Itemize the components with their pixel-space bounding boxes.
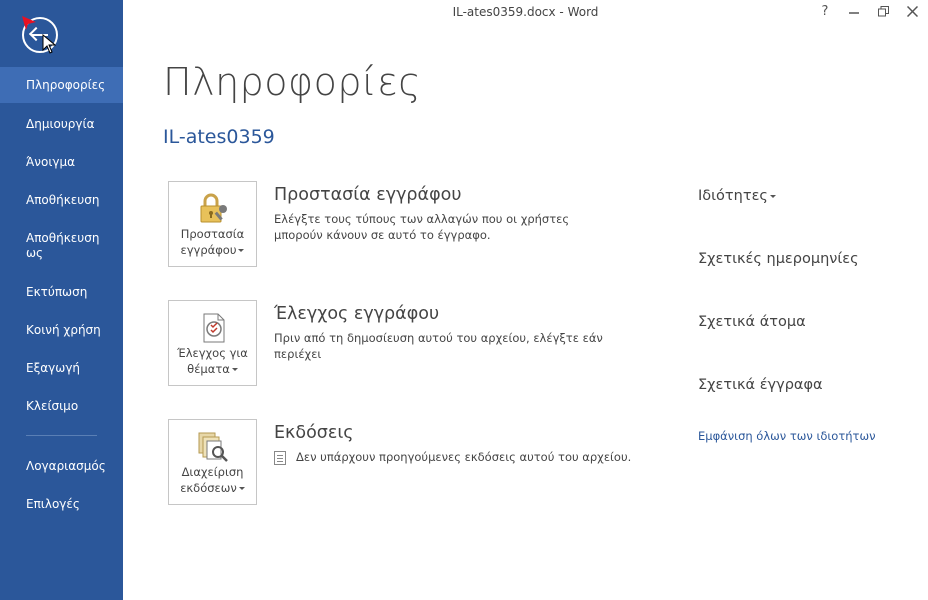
title-bar: IL-ates0359.docx - Word ? (123, 0, 928, 26)
nav-save[interactable]: Αποθήκευση (0, 193, 123, 208)
help-button[interactable]: ? (814, 3, 836, 21)
chevron-down-icon (769, 194, 776, 198)
nav-save-as[interactable]: Αποθήκευση ως (0, 231, 123, 261)
protect-document-label: Προστασία εγγράφου (180, 227, 245, 257)
nav-close[interactable]: Κλείσιμο (0, 399, 123, 414)
red-marker-icon (22, 16, 38, 36)
mouse-pointer-icon (42, 33, 57, 58)
chevron-down-icon (238, 487, 245, 490)
backstage-sidebar: Πληροφορίες Δημιουργία Άνοιγμα Αποθήκευσ… (0, 0, 123, 600)
minimize-button[interactable] (843, 3, 865, 21)
related-dates-heading: Σχετικές ημερομηνίες (698, 251, 859, 267)
nav-new[interactable]: Δημιουργία (0, 117, 123, 132)
manage-versions-label: Διαχείριση εκδόσεων (180, 465, 245, 495)
check-for-issues-button[interactable]: Έλεγχος για θέματα (168, 300, 257, 386)
inspect-document-icon (196, 311, 230, 345)
protect-document-button[interactable]: Προστασία εγγράφου (168, 181, 257, 267)
nav-open[interactable]: Άνοιγμα (0, 155, 123, 170)
properties-dropdown[interactable]: Ιδιότητες (698, 188, 776, 204)
versions-info: Δεν υπάρχουν προηγούμενες εκδόσεις αυτού… (274, 450, 631, 465)
window-title: IL-ates0359.docx - Word (452, 5, 599, 19)
document-icon (274, 450, 286, 465)
nav-info[interactable]: Πληροφορίες (0, 67, 123, 103)
protect-document-description: Ελέγξτε τους τύπους των αλλαγών που οι χ… (274, 212, 570, 242)
nav-share[interactable]: Κοινή χρήση (0, 323, 123, 338)
related-people-heading: Σχετικά άτομα (698, 314, 806, 330)
inspect-document-description: Πριν από τη δημοσίευση αυτού του αρχείου… (274, 331, 603, 361)
page-title: Πληροφορίες (163, 60, 422, 104)
chevron-down-icon (238, 249, 245, 252)
lock-key-icon (196, 192, 230, 226)
restore-button[interactable] (872, 3, 894, 21)
nav-divider (26, 435, 97, 436)
inspect-document-heading: Έλεγχος εγγράφου (274, 304, 440, 324)
versions-heading: Εκδόσεις (274, 423, 354, 443)
chevron-down-icon (231, 368, 238, 371)
protect-document-heading: Προστασία εγγράφου (274, 185, 462, 205)
nav-account[interactable]: Λογαριασμός (0, 459, 123, 474)
manage-versions-button[interactable]: Διαχείριση εκδόσεων (168, 419, 257, 505)
nav-print[interactable]: Εκτύπωση (0, 285, 123, 300)
word-backstage: Πληροφορίες Δημιουργία Άνοιγμα Αποθήκευσ… (0, 0, 928, 600)
related-documents-heading: Σχετικά έγγραφα (698, 377, 823, 393)
check-for-issues-label: Έλεγχος για θέματα (177, 346, 248, 376)
nav-export[interactable]: Εξαγωγή (0, 361, 123, 376)
manage-versions-icon (196, 430, 230, 464)
nav-options[interactable]: Επιλογές (0, 497, 123, 512)
show-all-properties-link[interactable]: Εμφάνιση όλων των ιδιοτήτων (698, 429, 876, 443)
document-name: IL-ates0359 (163, 126, 275, 148)
close-button[interactable] (901, 3, 923, 21)
